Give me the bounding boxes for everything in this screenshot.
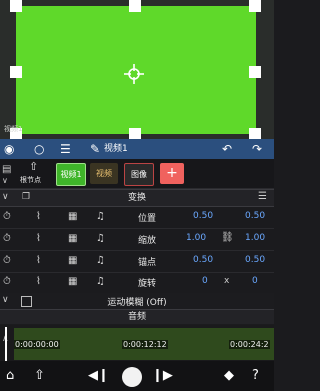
grid-icon[interactable]: ▦: [68, 232, 77, 246]
home-icon[interactable]: ⌂: [6, 367, 14, 385]
layer-video1[interactable]: 视频1: [56, 163, 86, 186]
render-icon[interactable]: ◆: [224, 367, 234, 385]
curve-icon[interactable]: ⌇: [36, 254, 41, 268]
value-y[interactable]: 0.50: [245, 255, 265, 265]
redo-icon[interactable]: ↷: [252, 141, 262, 157]
property-row-rotation: ⏱ ⌇ ▦ ♫ 旋转 0 x 0: [0, 272, 274, 294]
value-y[interactable]: 1.00: [245, 233, 265, 243]
motion-blur-label: 运动模糊 (Off): [107, 298, 167, 308]
play-button[interactable]: [122, 367, 142, 387]
root-node-label: 根节点: [20, 176, 41, 184]
root-node-button[interactable]: ⇧ 根节点: [20, 160, 50, 187]
edge-handle-left[interactable]: [10, 66, 22, 78]
property-label: 锚点: [138, 258, 157, 268]
editor-toolbar: ◉ ○ ☰ ✎ 视频1 ↶ ↷: [0, 139, 274, 159]
stopwatch-icon[interactable]: ⏱: [3, 210, 11, 224]
curve-icon[interactable]: ⌇: [36, 275, 41, 289]
edge-handle-top[interactable]: [129, 0, 141, 12]
corner-handle-top-right[interactable]: [249, 0, 261, 12]
timecode-mid: 0:00:12:12: [122, 340, 168, 349]
value-y[interactable]: 0.50: [245, 211, 265, 221]
layer-strip: ▤ ∨ ⇧ 根节点 视频1 视频 图像 +: [0, 159, 274, 189]
curve-icon[interactable]: ⌇: [36, 232, 41, 246]
music-icon[interactable]: ♫: [96, 254, 105, 268]
section-audio[interactable]: 音频: [0, 310, 274, 324]
menu-icon[interactable]: ☰: [258, 191, 267, 202]
edge-handle-right[interactable]: [249, 66, 261, 78]
value-x[interactable]: 1.00: [186, 233, 206, 243]
chevron-down-icon[interactable]: ∨: [2, 176, 8, 185]
stopwatch-icon[interactable]: ⏱: [3, 254, 11, 268]
grid-icon[interactable]: ▦: [68, 275, 77, 289]
grid-icon[interactable]: ▦: [68, 210, 77, 224]
eye-icon[interactable]: ◉: [4, 141, 14, 157]
stopwatch-icon[interactable]: ⏱: [3, 275, 11, 289]
value-turns[interactable]: 0: [202, 276, 208, 286]
motion-blur-row[interactable]: ∨ 运动模糊 (Off): [0, 293, 274, 310]
previous-frame-icon[interactable]: ◀❙: [88, 367, 109, 385]
anchor-crosshair-icon[interactable]: [124, 64, 144, 84]
undo-icon[interactable]: ↶: [222, 141, 232, 157]
layer-image[interactable]: 图像: [124, 163, 154, 186]
add-layer-button[interactable]: +: [160, 163, 184, 184]
edge-handle-bottom[interactable]: [129, 128, 141, 139]
clip-name: 视频1: [104, 144, 128, 154]
section-transform[interactable]: ∨ ❐ 变换 ☰: [0, 189, 274, 207]
music-icon[interactable]: ♫: [96, 210, 105, 224]
circle-icon[interactable]: ○: [34, 141, 44, 157]
playhead[interactable]: [5, 327, 7, 361]
preview-canvas[interactable]: 视频1: [0, 0, 274, 139]
help-icon[interactable]: ?: [252, 367, 259, 385]
property-row-scale: ⏱ ⌇ ▦ ♫ 缩放 1.00 ⛓ 1.00: [0, 229, 274, 251]
rotation-separator: x: [224, 276, 230, 286]
property-row-position: ⏱ ⌇ ▦ ♫ 位置 0.50 0.50: [0, 207, 274, 229]
section-audio-title: 音频: [127, 312, 146, 322]
music-icon[interactable]: ♫: [96, 275, 105, 289]
layers-icon[interactable]: ▤: [2, 164, 11, 175]
corner-handle-bottom-right[interactable]: [249, 128, 261, 139]
corner-handle-top-left[interactable]: [10, 0, 22, 12]
curve-icon[interactable]: ⌇: [36, 210, 41, 224]
value-x[interactable]: 0.50: [193, 255, 213, 265]
music-icon[interactable]: ♫: [96, 232, 105, 246]
property-label: 旋转: [138, 279, 157, 289]
value-degrees[interactable]: 0: [252, 276, 258, 286]
layer-video[interactable]: 视频: [90, 163, 118, 184]
menu-icon[interactable]: ☰: [60, 141, 71, 157]
property-label: 缩放: [138, 236, 157, 246]
value-x[interactable]: 0.50: [193, 211, 213, 221]
timecode-start: 0:00:00:00: [14, 340, 60, 349]
bottom-bar: ⌂ ⇧ ◀❙ ❙▶ ◆ ?: [0, 361, 274, 391]
property-label: 位置: [138, 214, 157, 224]
pencil-icon[interactable]: ✎: [90, 141, 100, 157]
next-frame-icon[interactable]: ❙▶: [152, 367, 173, 385]
property-row-anchor: ⏱ ⌇ ▦ ♫ 锚点 0.50 0.50: [0, 251, 274, 273]
upload-icon[interactable]: ⇧: [34, 367, 45, 385]
upload-icon: ⇧: [29, 160, 39, 173]
clip-caption: 视频1: [4, 125, 23, 133]
link-icon[interactable]: ⛓: [221, 232, 234, 243]
grid-icon[interactable]: ▦: [68, 254, 77, 268]
stopwatch-icon[interactable]: ⏱: [3, 232, 11, 246]
section-transform-title: 变换: [127, 193, 146, 203]
timecode-end: 0:00:24:2: [229, 340, 270, 349]
